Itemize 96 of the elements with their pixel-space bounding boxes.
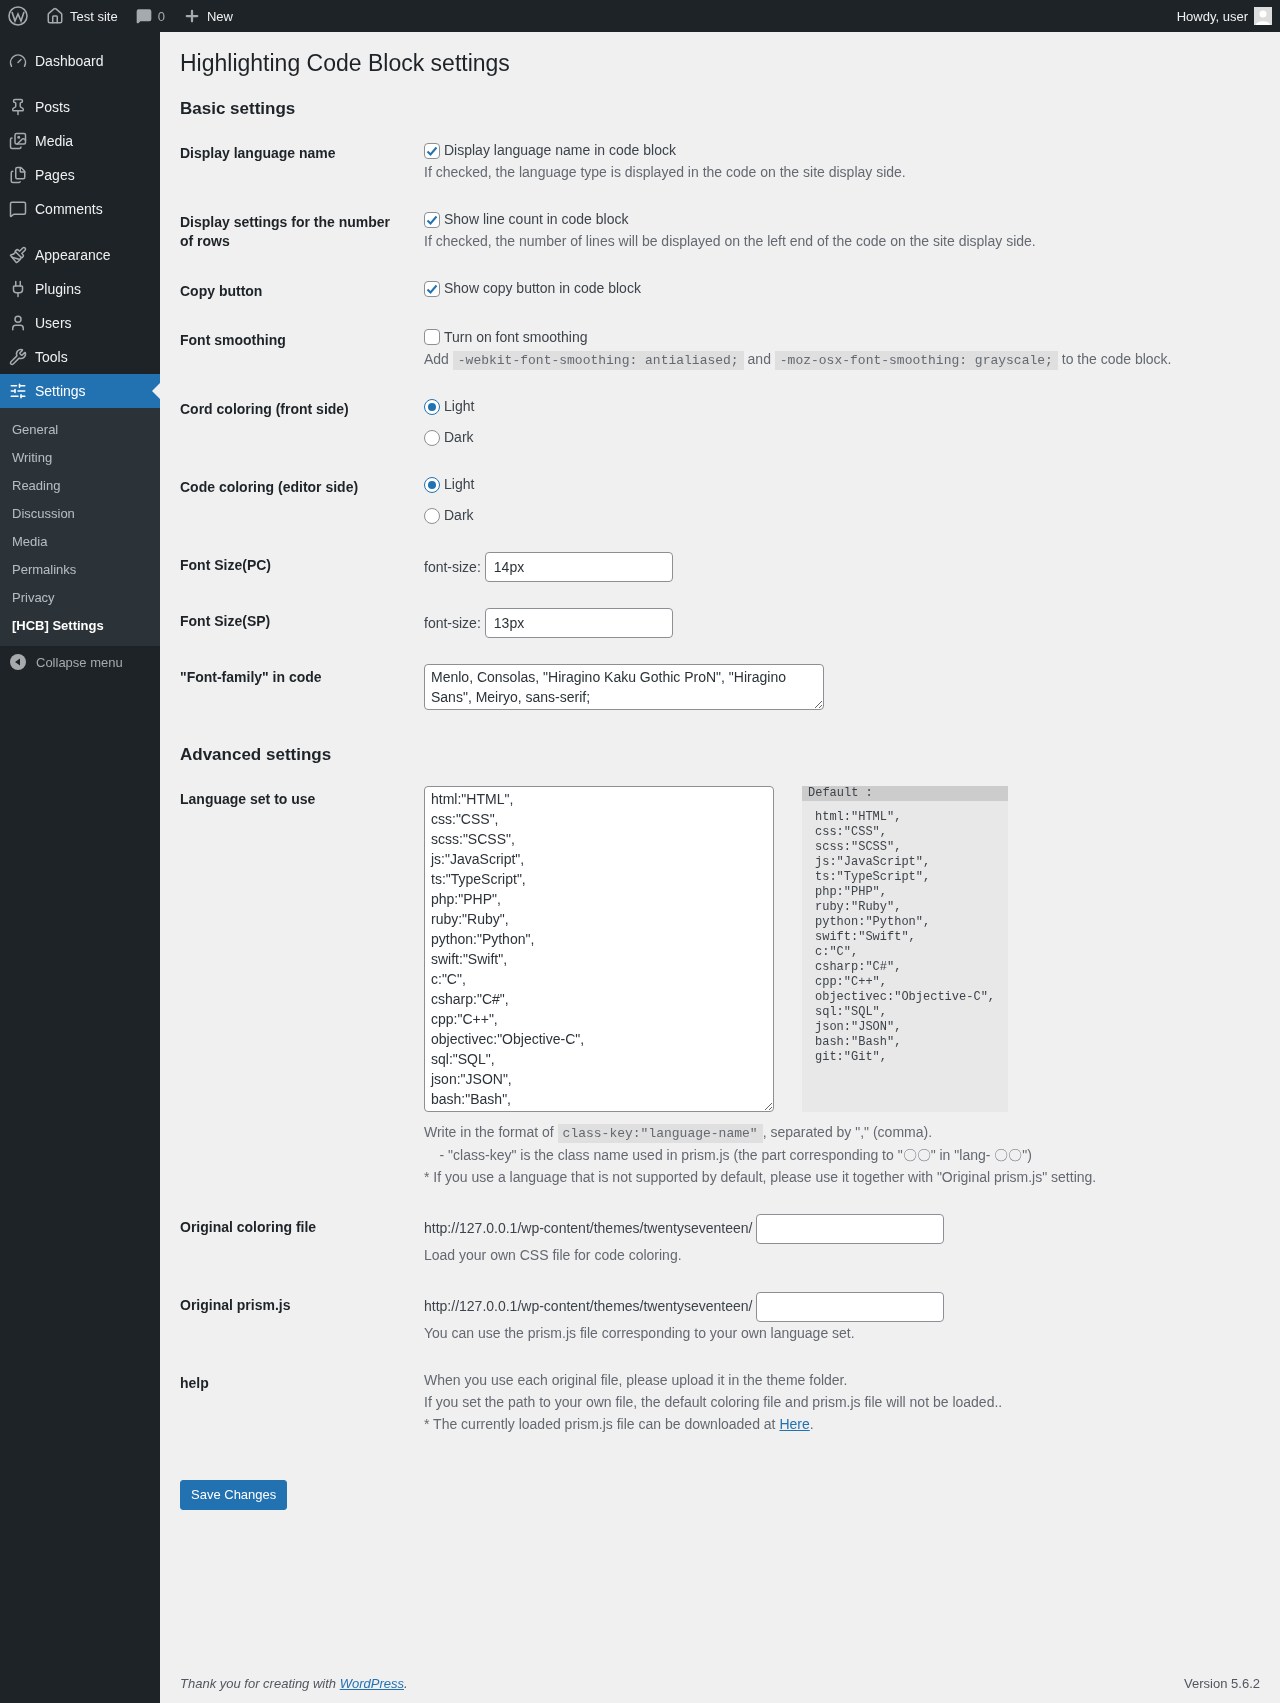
setting-label: Font smoothing — [180, 330, 287, 350]
submenu-item[interactable]: Permalinks — [0, 555, 160, 583]
setting-label: Original coloring file — [180, 1217, 318, 1237]
menu-item[interactable]: Media — [0, 124, 160, 158]
submenu-item[interactable]: [HCB] Settings — [0, 611, 160, 639]
description-text: When you use each original file, please upload it in the theme folder. — [424, 1370, 849, 1390]
pin-icon — [9, 98, 27, 116]
version-text: Version 5.6.2 — [1184, 1676, 1260, 1691]
footer-text: Thank you for creating with WordPress. — [180, 1676, 408, 1691]
radio-label: Dark — [444, 506, 474, 526]
logo-icon[interactable] — [8, 6, 28, 26]
description-text: - "class-key" is the class name used in prism.js (the part corresponding to "〇〇" in "lang- 〇〇") — [438, 1145, 1033, 1165]
input-field[interactable] — [756, 1291, 945, 1322]
input-field[interactable]: 13px — [484, 608, 673, 639]
menu-item[interactable]: Tools — [0, 340, 160, 374]
submenu-item[interactable]: Discussion — [0, 499, 160, 527]
field-prefix: http://127.0.0.1/wp-content/themes/twentyseventeen/ — [424, 1297, 753, 1317]
field-prefix: font-size: — [424, 557, 481, 577]
collapse-button[interactable]: Collapse menu — [0, 646, 160, 678]
input-field[interactable]: 14px — [484, 552, 673, 583]
radio-button[interactable] — [424, 476, 440, 493]
submenu-item[interactable]: Media — [0, 527, 160, 555]
description-text: Write in the format of class-key:"language-name" , separated by "," (comma). — [424, 1123, 934, 1144]
menu-item[interactable]: Users — [0, 306, 160, 340]
description-text: Add -webkit-font-smoothing: antialiased; and -moz-osx-font-smoothing: grayscale; to the code block. — [424, 349, 1173, 371]
pages-icon — [9, 166, 27, 184]
submenu-item[interactable]: Writing — [0, 443, 160, 471]
setting-label: help — [180, 1373, 210, 1393]
menu-item[interactable]: Dashboard — [0, 44, 160, 78]
setting-label: Code coloring (editor side) — [180, 478, 360, 498]
radio-label: Light — [444, 397, 475, 417]
images-icon — [9, 132, 27, 150]
text-area[interactable]: html:"HTML", css:"CSS", scss:"SCSS", js:"JavaScript", ts:"TypeScript", php:"PHP", ruby:"Ruby", python:"Python", swift:"Swift", c:"C", csharp:"C#", cpp:"C++", objectivec:"Objective-C", sql:"SQL", json:"JSON", bash:"Bash", — [424, 786, 774, 1113]
checkbox-label: Show copy button in code block — [444, 279, 641, 298]
checkbox[interactable] — [424, 329, 440, 346]
submenu-item[interactable]: Reading — [0, 471, 160, 499]
setting-label: Display settings for the number of rows — [180, 213, 392, 251]
menu-item[interactable]: Pages — [0, 158, 160, 192]
avatar-icon — [1254, 7, 1272, 25]
description-text: If you set the path to your own file, the default coloring file and prism.js file will not be loaded.. — [424, 1392, 1004, 1412]
menu-item[interactable]: Settings — [0, 374, 160, 408]
text-area[interactable]: Menlo, Consolas, "Hiragino Kaku Gothic ProN", "Hiragino Sans", Meiryo, sans-serif; — [424, 664, 824, 711]
section-heading: Advanced settings — [180, 745, 333, 766]
setting-label: Copy button — [180, 282, 264, 301]
radio-button[interactable] — [424, 398, 440, 415]
speech-bubble-icon — [9, 200, 27, 218]
field-prefix: font-size: — [424, 613, 481, 633]
setting-label: Original prism.js — [180, 1295, 292, 1315]
home-icon — [46, 7, 64, 25]
setting-label: "Font-family" in code — [180, 668, 323, 688]
menu-item[interactable]: Posts — [0, 90, 160, 124]
new-link[interactable]: New — [182, 7, 233, 25]
checkbox[interactable] — [424, 142, 440, 159]
default-code: html:"HTML", css:"CSS", scss:"SCSS", js:"JavaScript", ts:"TypeScript", php:"PHP", ruby:"Ruby", python:"Python", swift:"Swift", c:"C", csharp:"C#", cpp:"C++", objectivec:"Objective-C", sql:"SQL", json:"JSON", bash:"Bash", git:"Git", — [814, 809, 997, 1067]
setting-label: Font Size(SP) — [180, 612, 272, 632]
submenu-item[interactable]: Privacy — [0, 583, 160, 611]
setting-label: Font Size(PC) — [180, 556, 272, 576]
site-link[interactable]: Test site — [46, 7, 118, 25]
radio-label: Dark — [444, 428, 474, 448]
menu-item[interactable]: Appearance — [0, 238, 160, 272]
default-title: Default : — [802, 786, 1008, 802]
radio-button[interactable] — [424, 429, 440, 446]
save-button[interactable]: Save Changes — [180, 1479, 288, 1510]
here-link[interactable]: Here — [779, 1415, 810, 1432]
setting-label: Language set to use — [180, 790, 317, 810]
user-icon — [9, 314, 27, 332]
setting-label: Display language name — [180, 144, 337, 163]
submenu-item[interactable]: General — [0, 415, 160, 443]
field-prefix: http://127.0.0.1/wp-content/themes/twentyseventeen/ — [424, 1219, 753, 1239]
description-text: Load your own CSS file for code coloring. — [424, 1245, 683, 1265]
radio-button[interactable] — [424, 507, 440, 524]
comments-link[interactable]: 0 — [135, 8, 165, 24]
greeting-link[interactable]: Howdy, user — [1176, 7, 1272, 25]
section-heading: Basic settings — [180, 99, 297, 119]
description-text: If checked, the number of lines will be displayed on the left end of the code on the site display side. — [424, 232, 1037, 251]
description-text: * The currently loaded prism.js file can be downloaded at Here. — [424, 1414, 815, 1434]
checkbox-label: Show line count in code block — [444, 210, 629, 229]
input-field[interactable] — [756, 1213, 945, 1244]
description-text: If checked, the language type is displayed in the code on the site display side. — [424, 163, 907, 182]
description-text: * If you use a language that is not supported by default, please use it together with "Original prism.js" setting. — [424, 1167, 1098, 1187]
gauge-icon — [9, 52, 27, 70]
wordpress-link[interactable]: WordPress — [339, 1676, 404, 1691]
checkbox[interactable] — [424, 280, 440, 297]
wrench-icon — [9, 348, 27, 366]
menu-item[interactable]: Comments — [0, 192, 160, 226]
menu-item[interactable]: Plugins — [0, 272, 160, 306]
checkbox[interactable] — [424, 211, 440, 228]
setting-label: Cord coloring (front side) — [180, 400, 350, 420]
radio-label: Light — [444, 475, 475, 495]
description-text: You can use the prism.js file corresponding to your own language set. — [424, 1323, 856, 1343]
speech-bubble-icon — [135, 8, 152, 24]
checkbox-label: Turn on font smoothing — [444, 327, 588, 347]
page-title: Highlighting Code Block settings — [180, 50, 511, 77]
sliders-icon — [9, 382, 27, 400]
checkbox-label: Display language name in code block — [444, 141, 676, 160]
brush-icon — [9, 246, 27, 264]
